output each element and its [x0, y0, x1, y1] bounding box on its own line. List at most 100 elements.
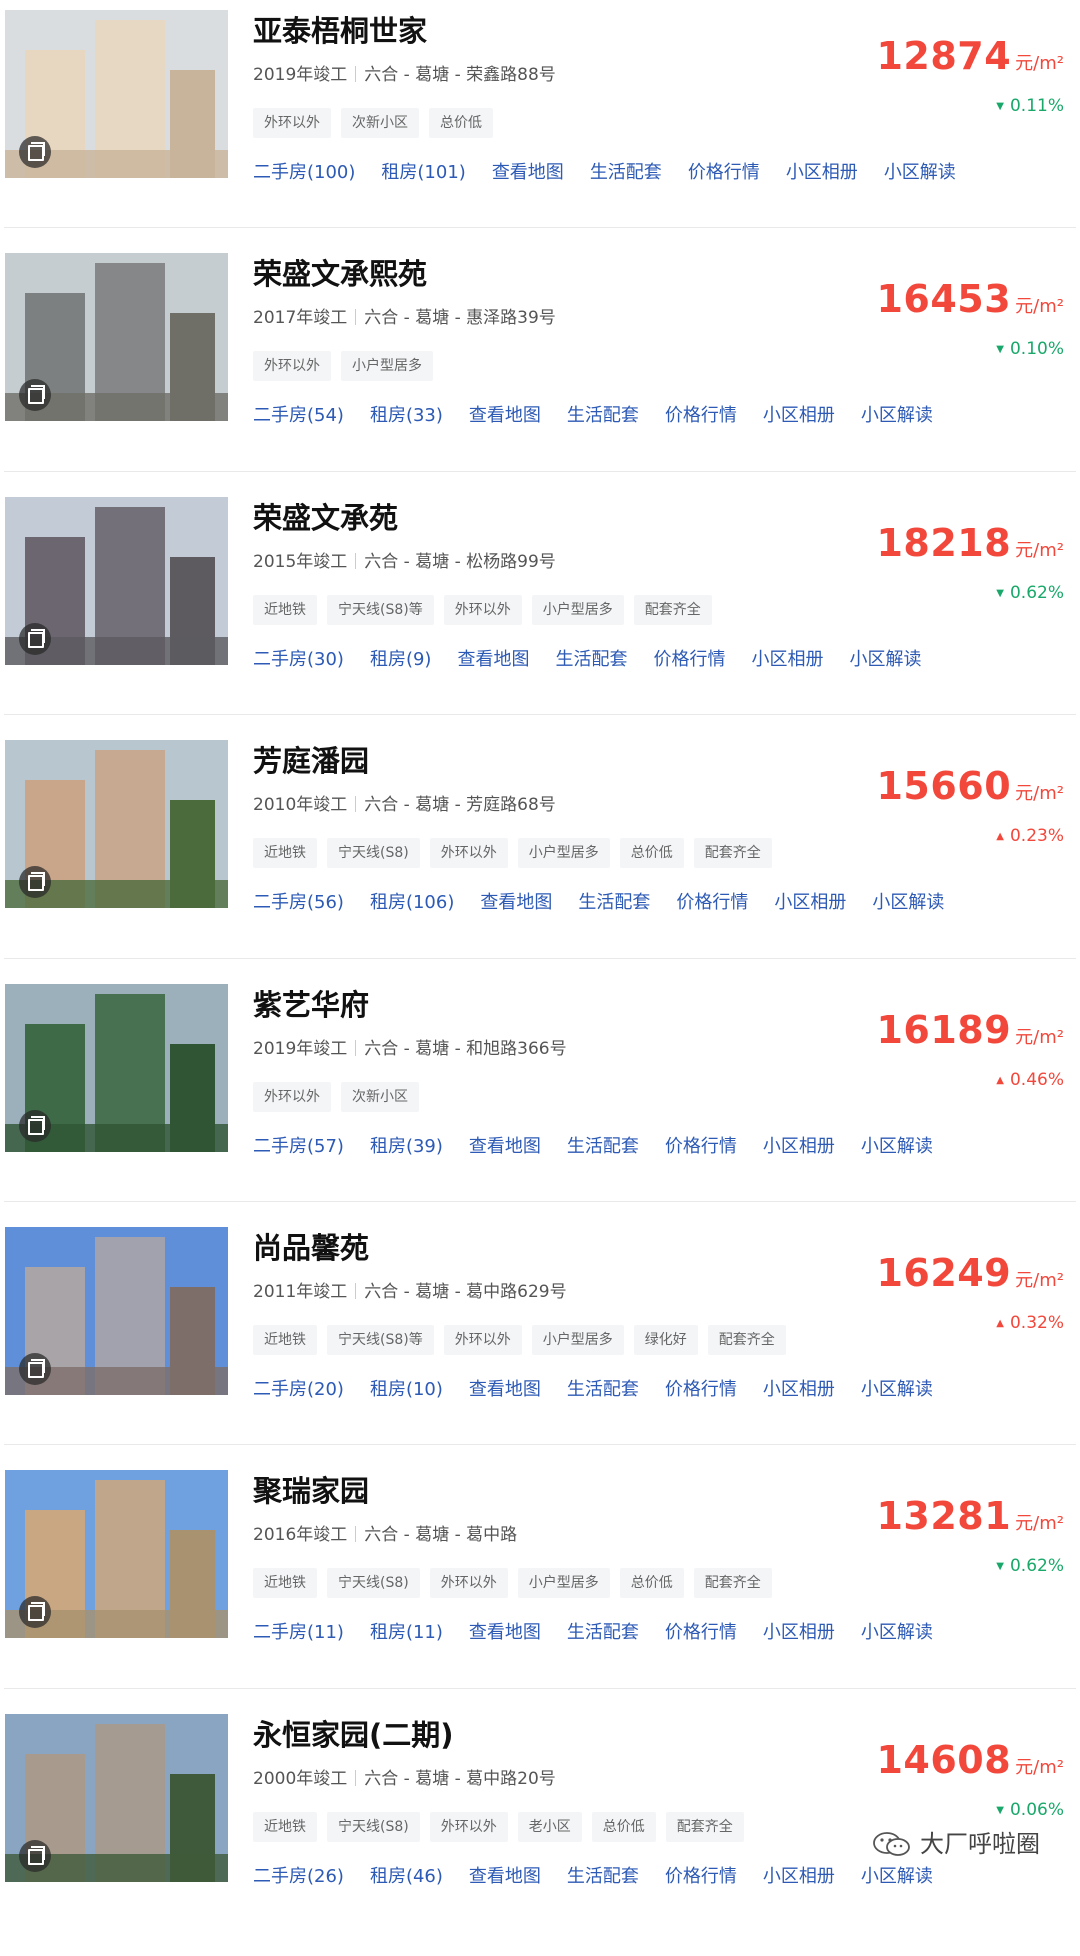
- community-photo[interactable]: [5, 1227, 228, 1395]
- community-item[interactable]: 聚瑞家园 2016年竣工 六合 - 葛塘 - 葛中路 近地铁 宁天线(S8) 外环以外 小户…: [0, 1444, 1080, 1712]
- price: 14608 元/m²: [876, 1738, 1064, 1782]
- build-year: 2010年竣工: [253, 795, 348, 816]
- community-item[interactable]: 荣盛文承熙苑 2017年竣工 六合 - 葛塘 - 惠泽路39号 外环以外 小户型居多 二手…: [0, 227, 1080, 495]
- community-name[interactable]: 荣盛文承苑: [253, 495, 398, 537]
- price-change: ▼ 0.06%: [996, 1800, 1064, 1820]
- meta-divider: [355, 1526, 357, 1543]
- action-link[interactable]: 价格行情: [676, 892, 748, 913]
- action-link[interactable]: 二手房(20): [253, 1379, 344, 1400]
- tag: 总价低: [429, 108, 493, 138]
- community-name[interactable]: 永恒家园(二期): [253, 1712, 454, 1754]
- action-link[interactable]: 查看地图: [480, 892, 552, 913]
- community-name[interactable]: 芳庭潘园: [253, 738, 369, 780]
- price-unit: 元/m²: [1015, 1513, 1064, 1535]
- community-photo[interactable]: [5, 983, 228, 1152]
- community-photo[interactable]: [5, 1713, 228, 1882]
- album-icon[interactable]: [19, 1839, 51, 1872]
- action-link[interactable]: 小区解读: [884, 162, 956, 183]
- action-link[interactable]: 价格行情: [688, 162, 760, 183]
- action-link[interactable]: 小区相册: [763, 1136, 835, 1157]
- triangle-up-icon: ▲: [996, 1318, 1004, 1329]
- community-photo[interactable]: [5, 10, 228, 178]
- community-photo[interactable]: [5, 1470, 228, 1639]
- action-link[interactable]: 租房(11): [370, 1622, 443, 1643]
- action-link[interactable]: 价格行情: [665, 405, 737, 426]
- community-item[interactable]: 尚品馨苑 2011年竣工 六合 - 葛塘 - 葛中路629号 近地铁 宁天线(S8)等外…: [0, 1201, 1080, 1469]
- action-link[interactable]: 小区相册: [786, 162, 858, 183]
- action-link[interactable]: 租房(106): [370, 892, 454, 913]
- community-photo[interactable]: [5, 253, 228, 422]
- action-link[interactable]: 小区解读: [872, 892, 944, 913]
- action-link[interactable]: 租房(101): [381, 162, 465, 183]
- price-change-value: 0.06%: [1009, 1799, 1064, 1820]
- build-year: 2015年竣工: [253, 551, 348, 572]
- action-link[interactable]: 生活配套: [567, 1136, 639, 1157]
- community-item[interactable]: 紫艺华府 2019年竣工 六合 - 葛塘 - 和旭路366号 外环以外 次新小区 二手房(…: [0, 957, 1080, 1226]
- action-link[interactable]: 生活配套: [578, 892, 650, 913]
- action-link[interactable]: 小区解读: [861, 1622, 933, 1643]
- action-link[interactable]: 小区相册: [763, 405, 835, 426]
- action-link[interactable]: 小区相册: [763, 1379, 835, 1400]
- album-icon[interactable]: [19, 1109, 51, 1142]
- community-name[interactable]: 聚瑞家园: [253, 1468, 369, 1510]
- community-item[interactable]: 芳庭潘园 2010年竣工 六合 - 葛塘 - 芳庭路68号 近地铁 宁天线(S8) 外环以…: [0, 714, 1080, 982]
- action-link[interactable]: 价格行情: [665, 1379, 737, 1400]
- build-year: 2000年竣工: [253, 1768, 348, 1789]
- action-link[interactable]: 生活配套: [567, 1866, 639, 1887]
- action-link[interactable]: 租房(46): [370, 1866, 443, 1887]
- action-link[interactable]: 租房(33): [370, 405, 443, 426]
- price-value: 18218: [876, 520, 1012, 565]
- action-link[interactable]: 二手房(26): [253, 1866, 344, 1887]
- action-link[interactable]: 价格行情: [665, 1866, 737, 1887]
- action-link[interactable]: 二手房(56): [253, 892, 344, 913]
- action-link[interactable]: 二手房(11): [253, 1622, 344, 1643]
- album-icon[interactable]: [19, 866, 51, 899]
- action-link[interactable]: 租房(9): [370, 649, 432, 670]
- action-link[interactable]: 生活配套: [567, 405, 639, 426]
- action-link[interactable]: 小区相册: [763, 1866, 835, 1887]
- community-item[interactable]: 亚泰梧桐世家 2019年竣工 六合 - 葛塘 - 荣鑫路88号 外环以外 次新小区 总价低…: [0, 10, 1080, 252]
- album-icon[interactable]: [19, 136, 51, 168]
- action-link[interactable]: 查看地图: [469, 1379, 541, 1400]
- action-link[interactable]: 查看地图: [492, 162, 564, 183]
- action-link[interactable]: 价格行情: [653, 649, 725, 670]
- price-value: 12874: [876, 34, 1012, 78]
- album-icon[interactable]: [19, 1353, 51, 1385]
- action-link[interactable]: 二手房(100): [253, 162, 355, 183]
- action-link[interactable]: 租房(39): [370, 1136, 443, 1157]
- action-link[interactable]: 小区相册: [763, 1622, 835, 1643]
- community-name[interactable]: 荣盛文承熙苑: [253, 251, 427, 293]
- action-link[interactable]: 小区相册: [751, 649, 823, 670]
- action-link[interactable]: 生活配套: [555, 649, 627, 670]
- action-link[interactable]: 小区相册: [774, 892, 846, 913]
- action-link[interactable]: 小区解读: [861, 1866, 933, 1887]
- action-link[interactable]: 生活配套: [567, 1622, 639, 1643]
- tag-list: 外环以外 次新小区 总价低: [253, 108, 503, 138]
- action-link[interactable]: 价格行情: [665, 1136, 737, 1157]
- album-icon[interactable]: [19, 622, 51, 655]
- action-link[interactable]: 查看地图: [469, 1622, 541, 1643]
- watermark: 大厂呼啦圈: [872, 1824, 1040, 1859]
- community-name[interactable]: 紫艺华府: [253, 982, 369, 1024]
- action-link[interactable]: 查看地图: [469, 1866, 541, 1887]
- action-link[interactable]: 小区解读: [861, 1379, 933, 1400]
- community-name[interactable]: 亚泰梧桐世家: [253, 8, 427, 50]
- action-link[interactable]: 二手房(57): [253, 1136, 344, 1157]
- action-link[interactable]: 小区解读: [861, 405, 933, 426]
- action-link[interactable]: 查看地图: [469, 1136, 541, 1157]
- action-link[interactable]: 小区解读: [861, 1136, 933, 1157]
- community-meta: 2010年竣工 六合 - 葛塘 - 芳庭路68号: [253, 790, 556, 815]
- community-photo[interactable]: [5, 740, 228, 909]
- action-link[interactable]: 查看地图: [469, 405, 541, 426]
- community-name[interactable]: 尚品馨苑: [253, 1225, 369, 1267]
- action-link[interactable]: 价格行情: [665, 1622, 737, 1643]
- community-item[interactable]: 荣盛文承苑 2015年竣工 六合 - 葛塘 - 松杨路99号 近地铁 宁天线(S8)等外…: [0, 470, 1080, 739]
- community-photo[interactable]: [5, 496, 228, 665]
- action-link[interactable]: 查看地图: [457, 649, 529, 670]
- action-link[interactable]: 二手房(54): [253, 405, 344, 426]
- action-link[interactable]: 生活配套: [567, 1379, 639, 1400]
- action-link[interactable]: 小区解读: [849, 649, 921, 670]
- action-link[interactable]: 二手房(30): [253, 649, 344, 670]
- action-link[interactable]: 租房(10): [370, 1379, 443, 1400]
- action-link[interactable]: 生活配套: [590, 162, 662, 183]
